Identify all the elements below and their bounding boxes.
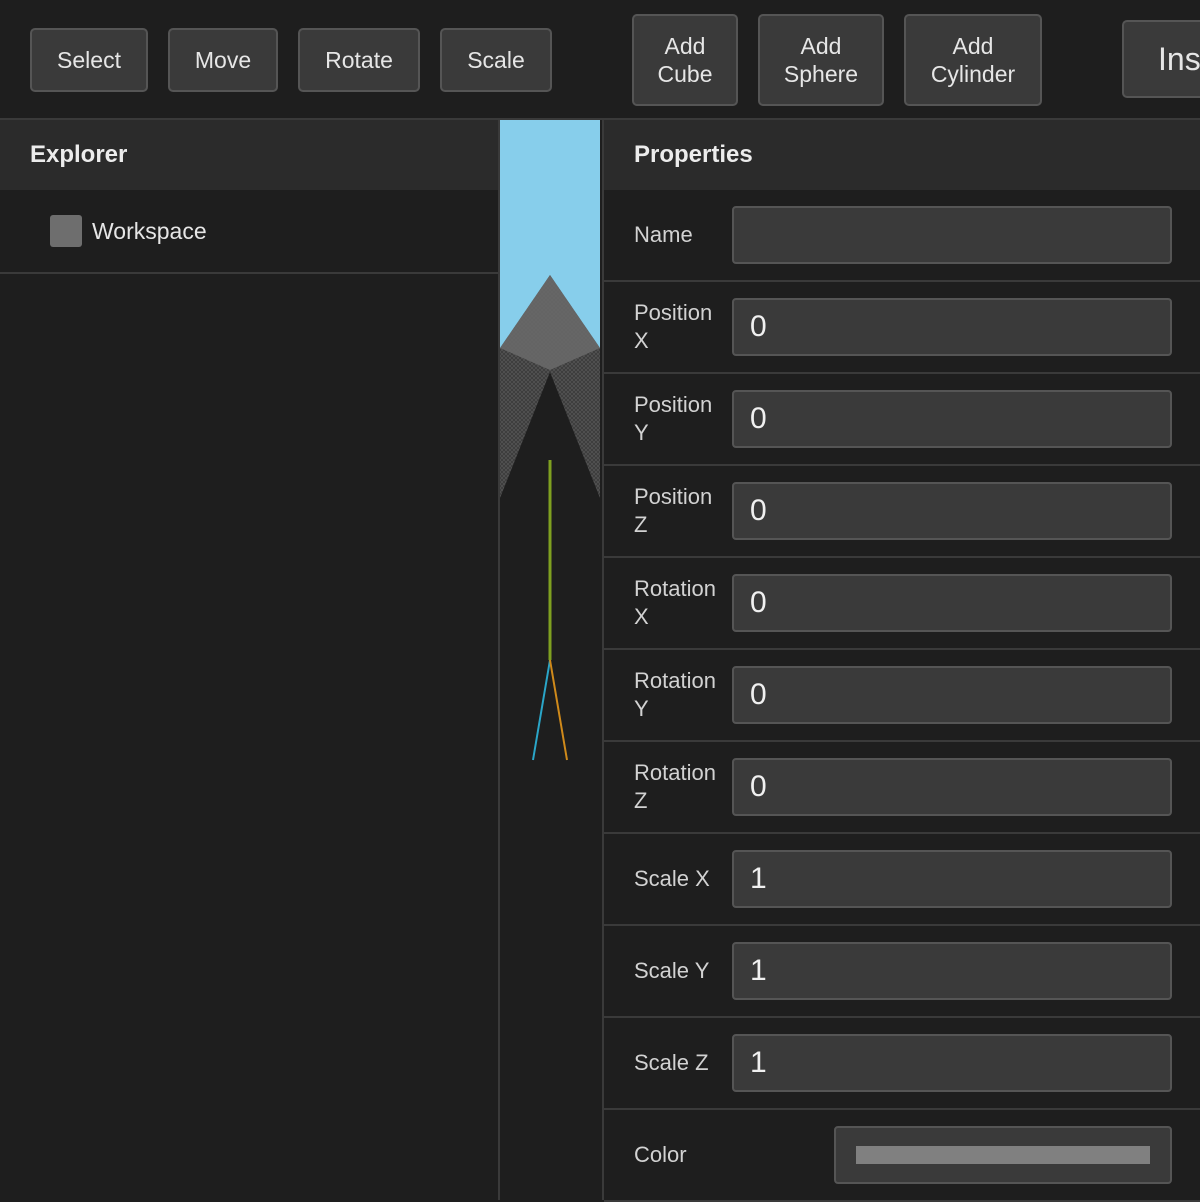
name-input[interactable] (732, 206, 1172, 264)
scale-tool-button[interactable]: Scale (440, 28, 552, 92)
rotation-x-input[interactable]: 0 (732, 574, 1172, 632)
position-z-input[interactable]: 0 (732, 482, 1172, 540)
color-label: Color (634, 1142, 687, 1167)
rotation-x-label: Rotation X (634, 576, 716, 629)
scale-x-label: Scale X (634, 866, 710, 891)
add-cube-button[interactable]: Add Cube (632, 14, 738, 106)
rotation-z-label: Rotation Z (634, 760, 716, 813)
scale-z-label: Scale Z (634, 1050, 709, 1075)
prop-row-position-z: Position Z 0 (604, 466, 1200, 558)
explorer-item-workspace[interactable]: Workspace (0, 190, 498, 274)
explorer-item-label: Workspace (92, 217, 207, 244)
move-tool-button[interactable]: Move (168, 28, 278, 92)
name-label: Name (634, 222, 693, 247)
add-cylinder-button[interactable]: Add Cylinder (904, 14, 1042, 106)
prop-row-position-x: Position X 0 (604, 282, 1200, 374)
prop-row-name: Name (604, 190, 1200, 282)
position-y-label: Position Y (634, 392, 713, 445)
prop-row-color: Color (604, 1110, 1200, 1202)
properties-title: Properties (604, 120, 1200, 190)
scale-y-input[interactable]: 1 (732, 942, 1172, 1000)
add-sphere-button[interactable]: Add Sphere (758, 14, 884, 106)
position-x-label: Position X (634, 300, 713, 353)
position-z-label: Position Z (634, 484, 713, 537)
prop-row-scale-x: Scale X 1 (604, 834, 1200, 926)
workspace-icon (50, 215, 82, 247)
rotation-y-label: Rotation Y (634, 668, 716, 721)
viewport-scene (500, 120, 600, 1200)
prop-row-position-y: Position Y 0 (604, 374, 1200, 466)
toolbar: Select Move Rotate Scale Add Cube Add Sp… (0, 0, 1200, 120)
position-x-input[interactable]: 0 (732, 298, 1172, 356)
scale-z-input[interactable]: 1 (732, 1034, 1172, 1092)
prop-row-scale-y: Scale Y 1 (604, 926, 1200, 1018)
select-tool-button[interactable]: Select (30, 28, 148, 92)
position-y-input[interactable]: 0 (732, 390, 1172, 448)
color-swatch (856, 1146, 1150, 1164)
rotation-y-input[interactable]: 0 (732, 666, 1172, 724)
insert-button[interactable]: Ins (1122, 20, 1200, 98)
prop-row-rotation-z: Rotation Z 0 (604, 742, 1200, 834)
explorer-title: Explorer (0, 120, 498, 190)
3d-viewport[interactable] (500, 120, 600, 1200)
explorer-panel: Explorer Workspace (0, 120, 500, 1200)
prop-row-rotation-y: Rotation Y 0 (604, 650, 1200, 742)
prop-row-rotation-x: Rotation X 0 (604, 558, 1200, 650)
rotate-tool-button[interactable]: Rotate (298, 28, 420, 92)
properties-panel: Properties Name Position X 0 Position Y … (602, 120, 1200, 1202)
scale-y-label: Scale Y (634, 958, 710, 983)
rotation-z-input[interactable]: 0 (732, 758, 1172, 816)
scale-x-input[interactable]: 1 (732, 850, 1172, 908)
color-picker-button[interactable] (834, 1126, 1172, 1184)
prop-row-scale-z: Scale Z 1 (604, 1018, 1200, 1110)
